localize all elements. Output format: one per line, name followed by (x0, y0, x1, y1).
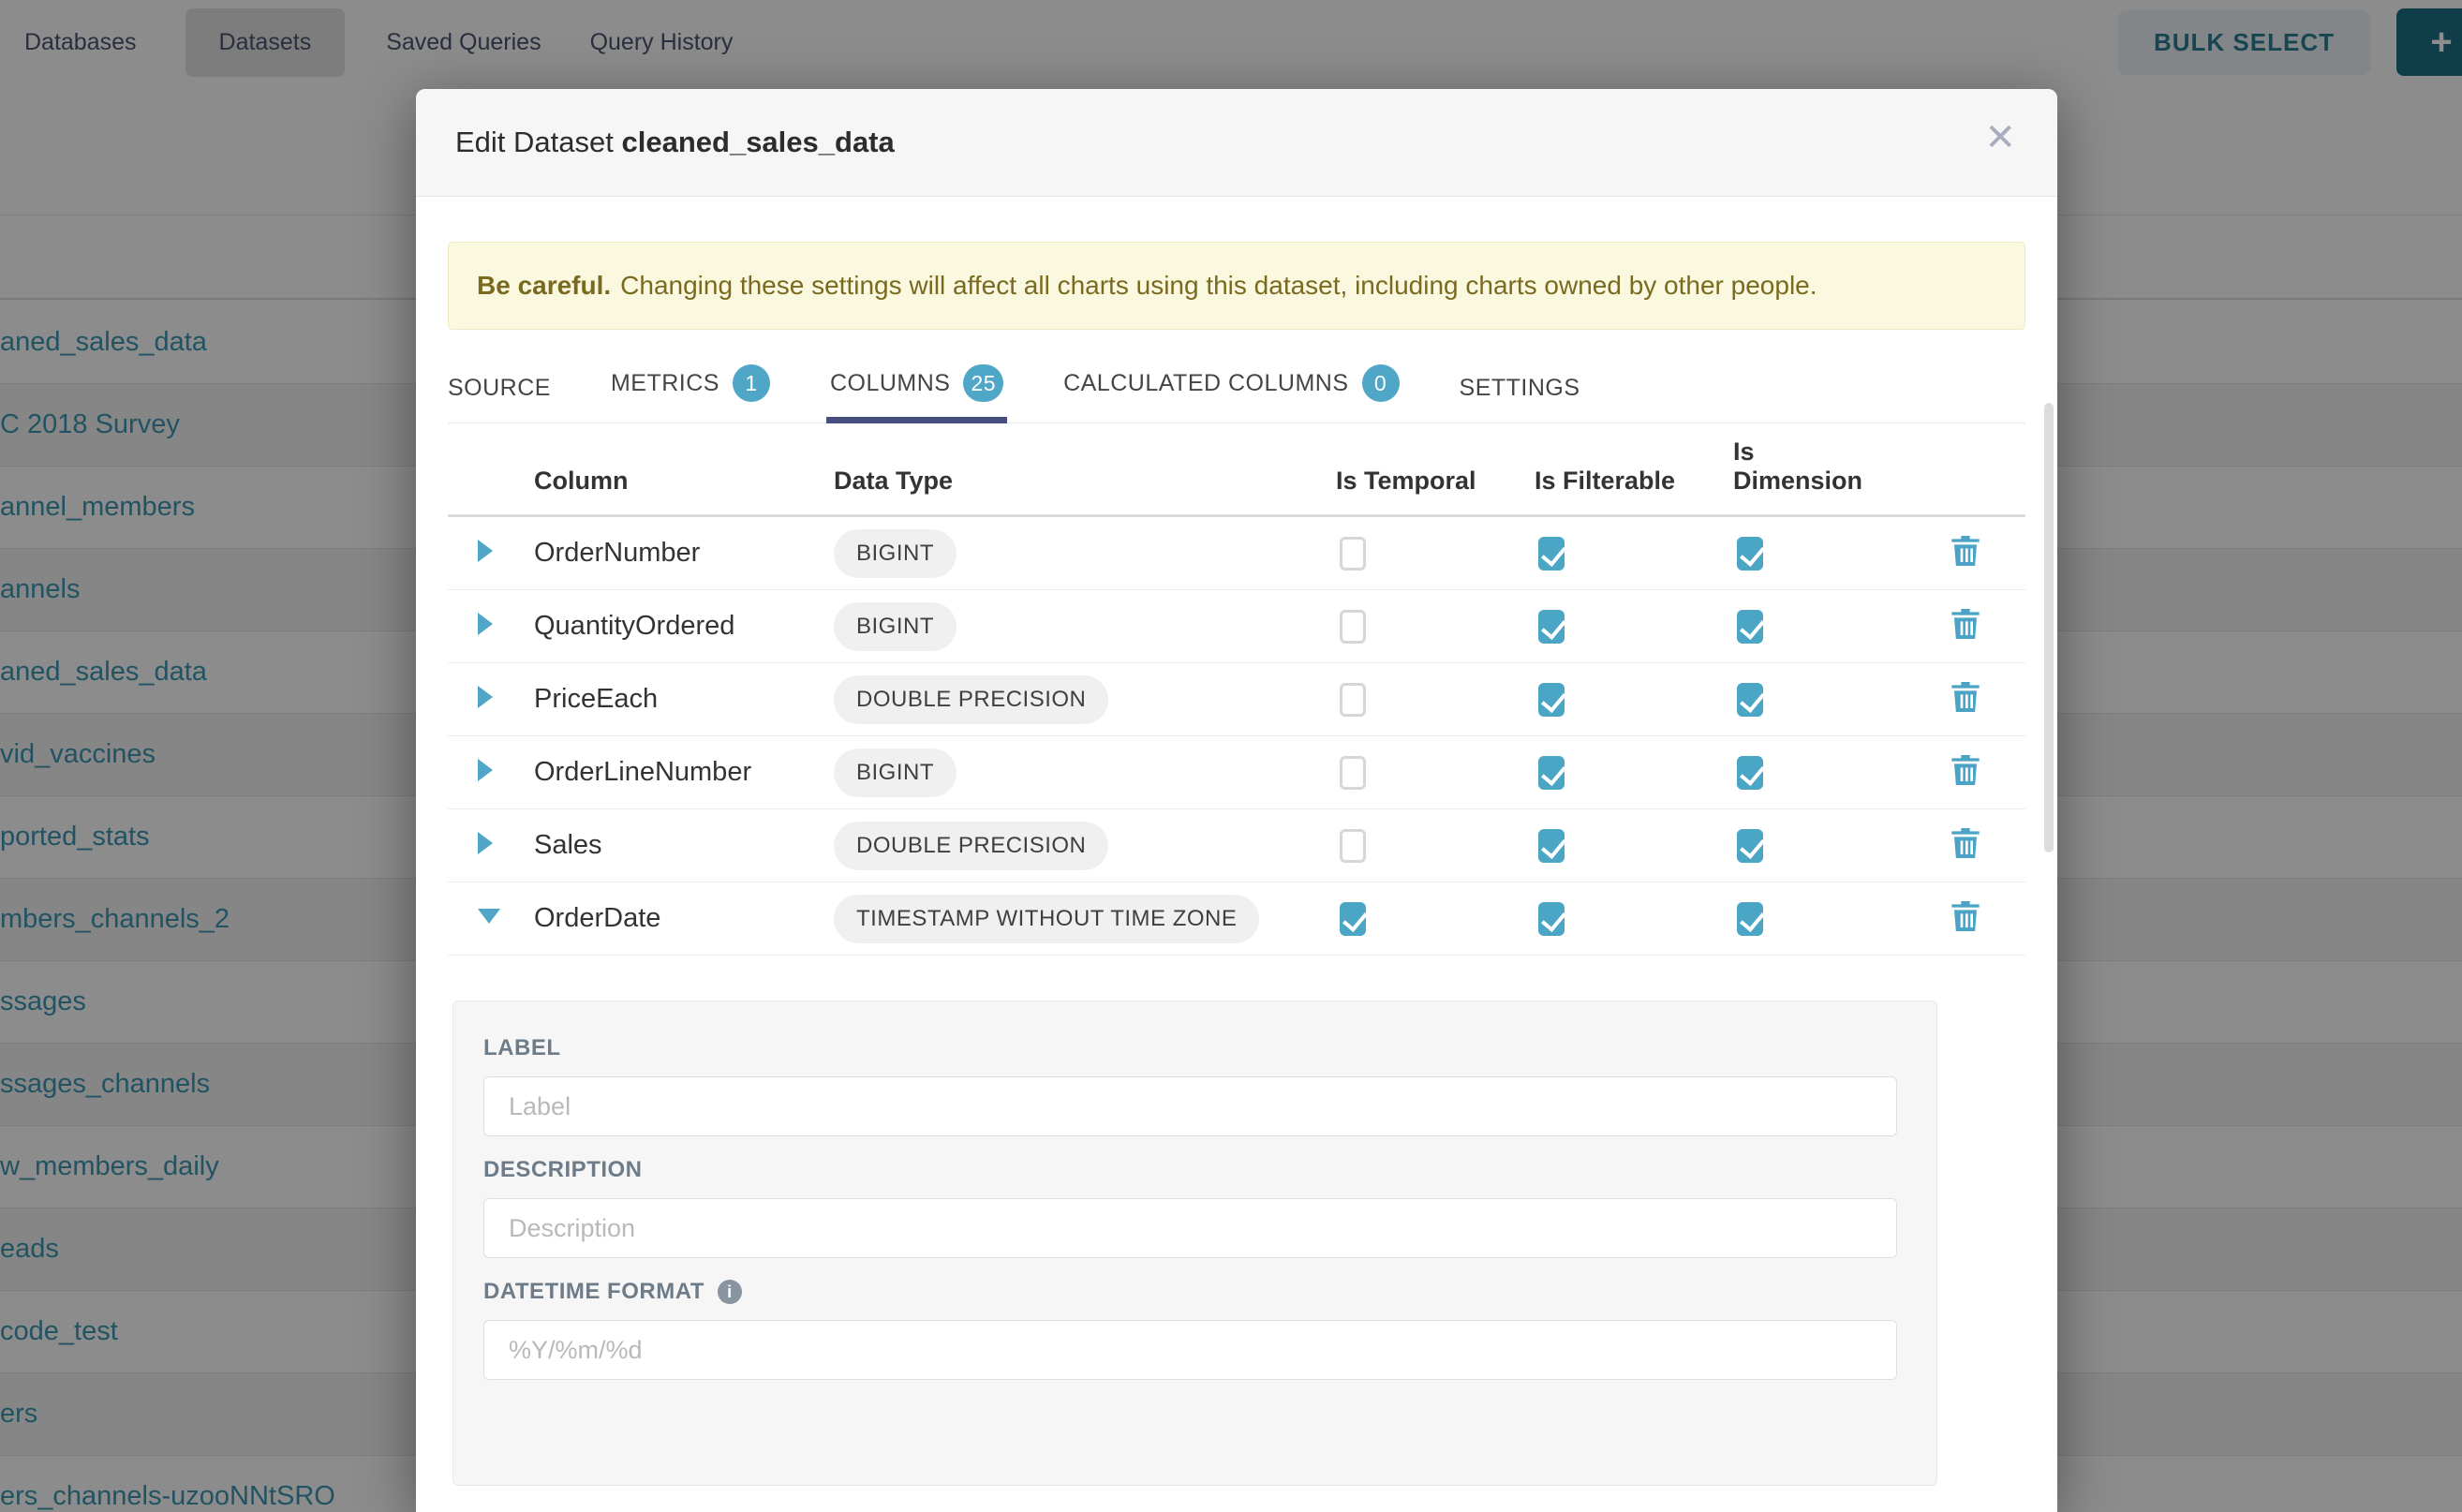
delete-column-button[interactable] (1877, 753, 2025, 792)
expand-caret-icon[interactable] (448, 759, 513, 786)
is-temporal-header: Is Temporal (1282, 467, 1480, 514)
column-name: Sales (513, 830, 813, 861)
tab-label: COLUMNS (830, 370, 951, 397)
modal-title-prefix: Edit Dataset (455, 126, 614, 158)
info-icon[interactable]: i (718, 1280, 742, 1304)
tab-count-badge: 0 (1362, 364, 1400, 402)
trash-icon (1950, 607, 1980, 641)
close-icon[interactable]: ✕ (1984, 119, 2016, 156)
is-temporal-checkbox[interactable] (1340, 829, 1366, 863)
is-filterable-checkbox[interactable] (1538, 829, 1565, 863)
is-filterable-checkbox[interactable] (1538, 683, 1565, 717)
modal-title-dataset-name: cleaned_sales_data (622, 126, 895, 158)
field-label: DATETIME FORMAT (483, 1279, 704, 1305)
is-filterable-checkbox[interactable] (1538, 610, 1565, 644)
expand-caret-icon[interactable] (448, 613, 513, 640)
columns-table-header: Column Data Type Is Temporal Is Filterab… (448, 423, 2025, 517)
column-data-type-badge: DOUBLE PRECISION (813, 675, 1282, 724)
column-row: PriceEach DOUBLE PRECISION (448, 663, 2025, 736)
column-data-type-badge: BIGINT (813, 749, 1282, 797)
tab-label: METRICS (611, 370, 719, 397)
expand-caret-icon[interactable] (448, 832, 513, 859)
is-dimension-checkbox[interactable] (1737, 902, 1763, 936)
is-dimension-checkbox[interactable] (1737, 756, 1763, 790)
column-name: PriceEach (513, 684, 813, 715)
is-temporal-checkbox[interactable] (1340, 683, 1366, 717)
is-filterable-header: Is Filterable (1480, 467, 1679, 514)
column-name: QuantityOrdered (513, 611, 813, 642)
column-data-type-badge: TIMESTAMP WITHOUT TIME ZONE (813, 895, 1282, 943)
warning-alert-text: Changing these settings will affect all … (620, 271, 1817, 301)
column-detail-panel: LABEL i DESCRIPTION i DATETIME FORMAT i (452, 1001, 1937, 1486)
modal-title: Edit Dataset cleaned_sales_data (455, 126, 895, 159)
column-header: Column (513, 467, 813, 514)
is-temporal-checkbox[interactable] (1340, 610, 1366, 644)
is-temporal-checkbox[interactable] (1340, 902, 1366, 936)
column-name: OrderLineNumber (513, 757, 813, 788)
delete-column-button[interactable] (1877, 534, 2025, 572)
is-filterable-checkbox[interactable] (1538, 902, 1565, 936)
modal-body: Be careful. Changing these settings will… (416, 197, 2057, 1512)
is-dimension-checkbox[interactable] (1737, 829, 1763, 863)
modal-header: Edit Dataset cleaned_sales_data ✕ (416, 89, 2057, 197)
expand-caret-icon[interactable] (448, 686, 513, 713)
is-dimension-header: Is Dimension (1679, 437, 1877, 514)
tab-metrics[interactable]: METRICS 1 (611, 364, 770, 422)
expand-caret-icon[interactable] (448, 540, 513, 567)
is-filterable-checkbox[interactable] (1538, 537, 1565, 571)
trash-icon (1950, 899, 1980, 933)
detail-field: DESCRIPTION i (483, 1157, 1897, 1258)
edit-dataset-modal: Edit Dataset cleaned_sales_data ✕ Be car… (416, 89, 2057, 1512)
is-dimension-checkbox[interactable] (1737, 683, 1763, 717)
modal-tabs: SOURCE METRICS 1 COLUMNS 25 CALCULATED COLUMN… (448, 354, 2025, 423)
column-data-type-badge: BIGINT (813, 602, 1282, 651)
field-input[interactable] (483, 1198, 1897, 1258)
detail-field: LABEL i (483, 1035, 1897, 1136)
data-type-header: Data Type (813, 467, 1282, 514)
field-input[interactable] (483, 1076, 1897, 1136)
tab-columns[interactable]: COLUMNS 25 (830, 364, 1003, 422)
column-row: QuantityOrdered BIGINT (448, 590, 2025, 663)
delete-column-button[interactable] (1877, 607, 2025, 645)
is-temporal-checkbox[interactable] (1340, 537, 1366, 571)
columns-table: Column Data Type Is Temporal Is Filterab… (448, 423, 2025, 956)
detail-field: DATETIME FORMAT i (483, 1279, 1897, 1380)
warning-alert-bold: Be careful. (477, 271, 611, 301)
warning-alert: Be careful. Changing these settings will… (448, 242, 2025, 330)
is-dimension-checkbox[interactable] (1737, 537, 1763, 571)
expand-caret-icon[interactable] (448, 909, 513, 928)
column-row: OrderNumber BIGINT (448, 517, 2025, 590)
tab-calculated-columns[interactable]: CALCULATED COLUMNS 0 (1063, 364, 1399, 422)
tab-source[interactable]: SOURCE (448, 375, 551, 422)
field-label: DESCRIPTION (483, 1157, 643, 1183)
trash-icon (1950, 753, 1980, 787)
delete-column-button[interactable] (1877, 899, 2025, 938)
tab-count-badge: 25 (963, 364, 1003, 402)
trash-icon (1950, 680, 1980, 714)
column-row: OrderLineNumber BIGINT (448, 736, 2025, 809)
tab-count-badge: 1 (733, 364, 770, 402)
tab-label: SETTINGS (1460, 375, 1580, 402)
column-data-type-badge: DOUBLE PRECISION (813, 822, 1282, 870)
is-filterable-checkbox[interactable] (1538, 756, 1565, 790)
is-dimension-checkbox[interactable] (1737, 610, 1763, 644)
tab-label: SOURCE (448, 375, 551, 402)
column-row: Sales DOUBLE PRECISION (448, 809, 2025, 882)
field-input[interactable] (483, 1320, 1897, 1380)
column-name: OrderNumber (513, 538, 813, 569)
scrollbar[interactable] (2044, 403, 2054, 852)
trash-icon (1950, 826, 1980, 860)
tab-label: CALCULATED COLUMNS (1063, 370, 1348, 397)
trash-icon (1950, 534, 1980, 568)
column-name: OrderDate (513, 903, 813, 934)
column-row: OrderDate TIMESTAMP WITHOUT TIME ZONE (448, 882, 2025, 956)
delete-column-button[interactable] (1877, 826, 2025, 865)
tab-settings[interactable]: SETTINGS (1460, 375, 1580, 422)
is-temporal-checkbox[interactable] (1340, 756, 1366, 790)
column-data-type-badge: BIGINT (813, 529, 1282, 578)
delete-column-button[interactable] (1877, 680, 2025, 719)
field-label: LABEL (483, 1035, 561, 1061)
